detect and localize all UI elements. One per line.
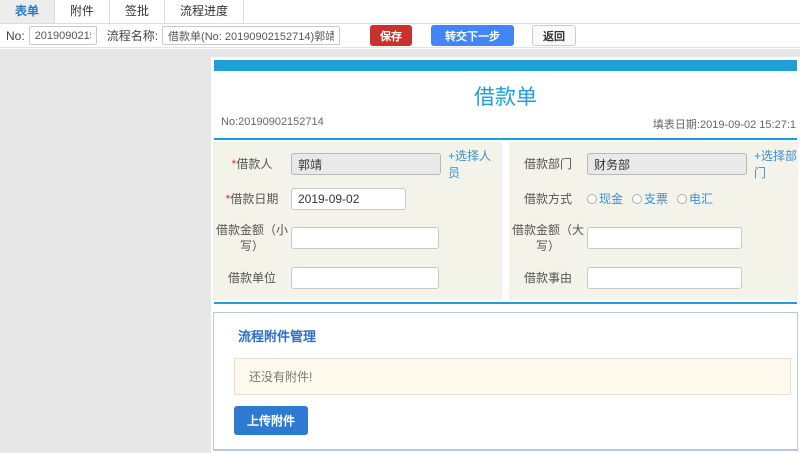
select-person-link[interactable]: +选择人员 [448,147,502,181]
no-label: No: [6,28,25,43]
borrower-row: *借款人 +选择人员 [213,146,502,182]
loan-date-label: *借款日期 [225,191,279,206]
panel-top-bar [214,60,797,71]
loan-method-label: 借款方式 [523,191,572,206]
loan-unit-row: 借款单位 [213,261,502,294]
loan-unit-input[interactable] [291,266,439,289]
loan-reason-row: 借款事由 [509,261,798,294]
form-no-text: No:20190902152714 [221,116,324,128]
radio-icon[interactable] [677,193,688,204]
borrower-label: *借款人 [231,157,273,171]
loan-reason-input[interactable] [587,266,742,289]
loan-reason-label: 借款事由 [523,270,572,285]
divider-bottom [214,302,797,304]
upload-attachment-button[interactable]: 上传附件 [234,406,309,435]
back-button[interactable]: 返回 [532,25,577,46]
amount-small-label: 借款金额（小写） [215,223,288,253]
no-attachments-alert: 还没有附件! [234,358,791,395]
action-toolbar: No: 流程名称: 保存 转交下一步 返回 [0,24,800,48]
form-left-column: *借款人 +选择人员 *借款日期 借款金额（小写） 借款单位 [213,142,502,300]
radio-icon[interactable] [632,193,643,204]
loan-form-panel: 借款单 No:20190902152714 填表日期:2019-09-02 15… [211,57,800,453]
no-input[interactable] [28,26,97,45]
flow-name-label: 流程名称: [106,29,159,43]
form-meta-row: No:20190902152714 填表日期:2019-09-02 15:27:… [211,116,800,138]
amount-small-input[interactable] [291,227,439,249]
save-button[interactable]: 保存 [370,25,413,46]
forward-next-step-button[interactable]: 转交下一步 [431,25,515,46]
page-background: 借款单 No:20190902152714 填表日期:2019-09-02 15… [0,49,800,453]
radio-cheque[interactable]: 支票 [632,190,668,207]
tab-form[interactable]: 表单 [0,0,56,23]
page-title: 借款单 [474,86,537,109]
form-right-column: 借款部门 +选择部门 借款方式 现金 支票 [509,142,798,300]
flow-name-input[interactable] [162,26,341,45]
attachments-panel: 流程附件管理 还没有附件! 上传附件 [213,312,798,451]
department-row: 借款部门 +选择部门 [509,146,798,182]
tab-flow-progress[interactable]: 流程进度 [165,0,245,23]
radio-icon[interactable] [587,193,597,204]
radio-wire[interactable]: 电汇 [677,190,713,207]
loan-date-row: *借款日期 [213,182,502,215]
select-department-link[interactable]: +选择部门 [754,147,798,181]
attachments-heading: 流程附件管理 [238,329,317,344]
borrower-input[interactable] [291,153,441,175]
loan-unit-label: 借款单位 [227,270,276,285]
amount-big-row: 借款金额（大写） [509,215,798,261]
loan-method-row: 借款方式 现金 支票 电汇 [509,182,798,215]
amount-big-label: 借款金额（大写） [511,223,584,253]
amount-big-input[interactable] [587,227,742,249]
form-date-text: 填表日期:2019-09-02 15:27:1 [652,119,796,131]
tab-strip: 表单 附件 签批 流程进度 [0,0,800,24]
radio-cash[interactable]: 现金 [587,190,623,207]
department-input[interactable] [587,153,747,175]
tab-approval[interactable]: 签批 [110,0,166,23]
loan-date-input[interactable] [291,187,406,210]
amount-small-row: 借款金额（小写） [213,215,502,261]
loan-method-options: 现金 支票 电汇 [587,190,713,207]
tab-attachments[interactable]: 附件 [55,0,111,23]
form-grid: *借款人 +选择人员 *借款日期 借款金额（小写） 借款单位 [211,140,800,302]
department-label: 借款部门 [523,157,572,171]
